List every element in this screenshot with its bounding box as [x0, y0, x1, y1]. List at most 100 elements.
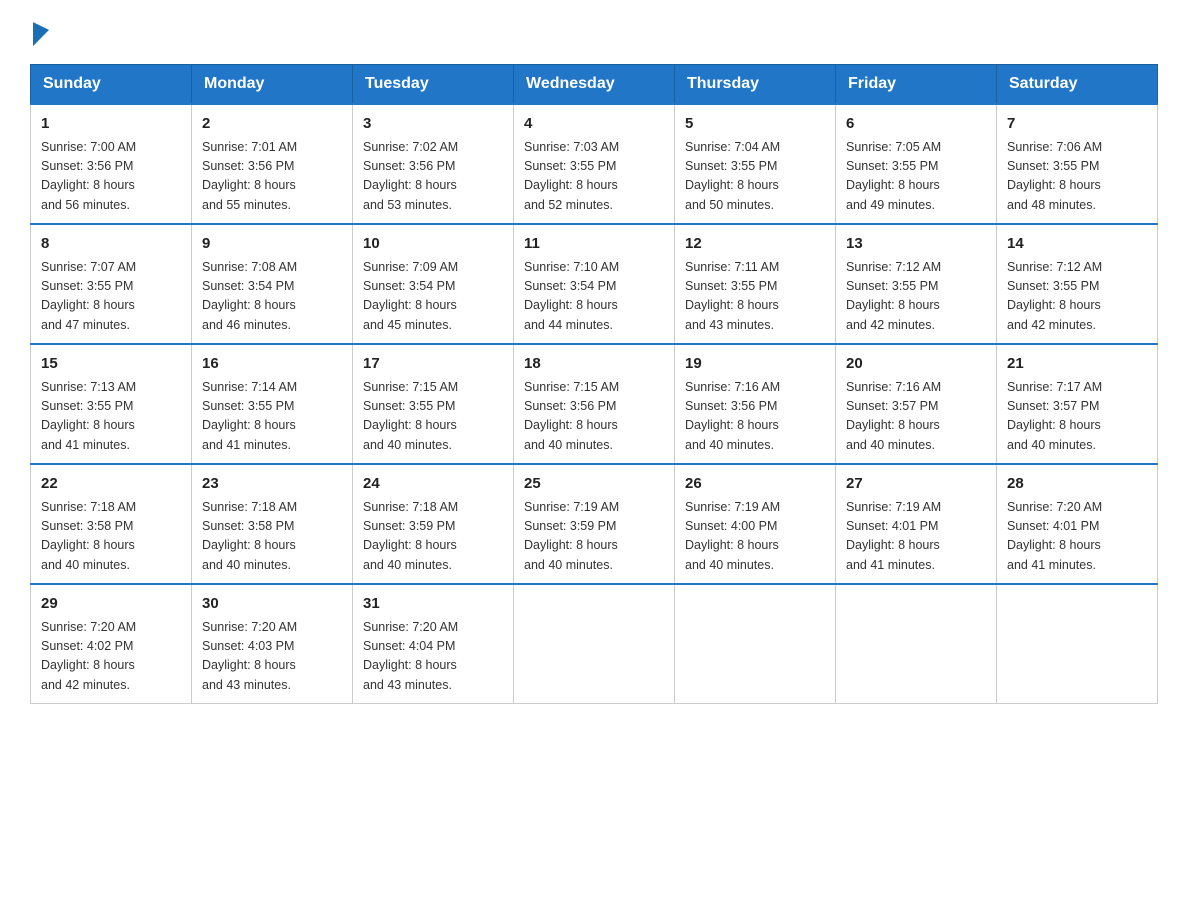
- calendar-header-thursday: Thursday: [675, 65, 836, 105]
- day-info: Sunrise: 7:20 AMSunset: 4:04 PMDaylight:…: [363, 618, 503, 696]
- day-number: 9: [202, 233, 342, 256]
- calendar-cell: 5Sunrise: 7:04 AMSunset: 3:55 PMDaylight…: [675, 104, 836, 224]
- day-info: Sunrise: 7:04 AMSunset: 3:55 PMDaylight:…: [685, 138, 825, 216]
- logo-arrow-icon: [33, 18, 49, 46]
- page-header: [30, 20, 1158, 44]
- day-info: Sunrise: 7:05 AMSunset: 3:55 PMDaylight:…: [846, 138, 986, 216]
- day-number: 22: [41, 473, 181, 496]
- calendar-cell: 31Sunrise: 7:20 AMSunset: 4:04 PMDayligh…: [353, 584, 514, 704]
- calendar-cell: 12Sunrise: 7:11 AMSunset: 3:55 PMDayligh…: [675, 224, 836, 344]
- day-number: 13: [846, 233, 986, 256]
- day-info: Sunrise: 7:20 AMSunset: 4:03 PMDaylight:…: [202, 618, 342, 696]
- day-number: 4: [524, 113, 664, 136]
- day-info: Sunrise: 7:18 AMSunset: 3:58 PMDaylight:…: [202, 498, 342, 576]
- calendar-cell: 13Sunrise: 7:12 AMSunset: 3:55 PMDayligh…: [836, 224, 997, 344]
- calendar-header-tuesday: Tuesday: [353, 65, 514, 105]
- logo: [30, 20, 49, 44]
- day-number: 17: [363, 353, 503, 376]
- day-info: Sunrise: 7:13 AMSunset: 3:55 PMDaylight:…: [41, 378, 181, 456]
- day-number: 25: [524, 473, 664, 496]
- day-info: Sunrise: 7:18 AMSunset: 3:59 PMDaylight:…: [363, 498, 503, 576]
- day-number: 31: [363, 593, 503, 616]
- day-number: 10: [363, 233, 503, 256]
- day-info: Sunrise: 7:12 AMSunset: 3:55 PMDaylight:…: [846, 258, 986, 336]
- day-info: Sunrise: 7:19 AMSunset: 3:59 PMDaylight:…: [524, 498, 664, 576]
- calendar-cell: [675, 584, 836, 704]
- week-row-3: 15Sunrise: 7:13 AMSunset: 3:55 PMDayligh…: [31, 344, 1158, 464]
- calendar-cell: 26Sunrise: 7:19 AMSunset: 4:00 PMDayligh…: [675, 464, 836, 584]
- calendar-cell: 30Sunrise: 7:20 AMSunset: 4:03 PMDayligh…: [192, 584, 353, 704]
- day-info: Sunrise: 7:00 AMSunset: 3:56 PMDaylight:…: [41, 138, 181, 216]
- calendar-cell: 25Sunrise: 7:19 AMSunset: 3:59 PMDayligh…: [514, 464, 675, 584]
- calendar-cell: [997, 584, 1158, 704]
- calendar-cell: 1Sunrise: 7:00 AMSunset: 3:56 PMDaylight…: [31, 104, 192, 224]
- calendar-cell: 20Sunrise: 7:16 AMSunset: 3:57 PMDayligh…: [836, 344, 997, 464]
- calendar-cell: [836, 584, 997, 704]
- day-info: Sunrise: 7:08 AMSunset: 3:54 PMDaylight:…: [202, 258, 342, 336]
- calendar-cell: 27Sunrise: 7:19 AMSunset: 4:01 PMDayligh…: [836, 464, 997, 584]
- calendar-cell: 19Sunrise: 7:16 AMSunset: 3:56 PMDayligh…: [675, 344, 836, 464]
- day-number: 11: [524, 233, 664, 256]
- calendar-header-row: SundayMondayTuesdayWednesdayThursdayFrid…: [31, 65, 1158, 105]
- day-info: Sunrise: 7:14 AMSunset: 3:55 PMDaylight:…: [202, 378, 342, 456]
- day-number: 26: [685, 473, 825, 496]
- day-info: Sunrise: 7:09 AMSunset: 3:54 PMDaylight:…: [363, 258, 503, 336]
- calendar-cell: 16Sunrise: 7:14 AMSunset: 3:55 PMDayligh…: [192, 344, 353, 464]
- day-number: 8: [41, 233, 181, 256]
- day-number: 28: [1007, 473, 1147, 496]
- calendar-cell: 8Sunrise: 7:07 AMSunset: 3:55 PMDaylight…: [31, 224, 192, 344]
- day-number: 15: [41, 353, 181, 376]
- day-info: Sunrise: 7:17 AMSunset: 3:57 PMDaylight:…: [1007, 378, 1147, 456]
- day-number: 7: [1007, 113, 1147, 136]
- day-info: Sunrise: 7:06 AMSunset: 3:55 PMDaylight:…: [1007, 138, 1147, 216]
- day-number: 14: [1007, 233, 1147, 256]
- calendar-cell: 14Sunrise: 7:12 AMSunset: 3:55 PMDayligh…: [997, 224, 1158, 344]
- week-row-5: 29Sunrise: 7:20 AMSunset: 4:02 PMDayligh…: [31, 584, 1158, 704]
- day-info: Sunrise: 7:19 AMSunset: 4:00 PMDaylight:…: [685, 498, 825, 576]
- day-info: Sunrise: 7:18 AMSunset: 3:58 PMDaylight:…: [41, 498, 181, 576]
- calendar-header-monday: Monday: [192, 65, 353, 105]
- calendar-cell: 2Sunrise: 7:01 AMSunset: 3:56 PMDaylight…: [192, 104, 353, 224]
- day-info: Sunrise: 7:15 AMSunset: 3:55 PMDaylight:…: [363, 378, 503, 456]
- day-number: 2: [202, 113, 342, 136]
- day-number: 20: [846, 353, 986, 376]
- day-number: 5: [685, 113, 825, 136]
- day-info: Sunrise: 7:12 AMSunset: 3:55 PMDaylight:…: [1007, 258, 1147, 336]
- day-number: 3: [363, 113, 503, 136]
- calendar-cell: 15Sunrise: 7:13 AMSunset: 3:55 PMDayligh…: [31, 344, 192, 464]
- calendar-header-wednesday: Wednesday: [514, 65, 675, 105]
- calendar-cell: 29Sunrise: 7:20 AMSunset: 4:02 PMDayligh…: [31, 584, 192, 704]
- calendar-cell: [514, 584, 675, 704]
- day-number: 29: [41, 593, 181, 616]
- day-number: 12: [685, 233, 825, 256]
- day-number: 6: [846, 113, 986, 136]
- calendar-cell: 18Sunrise: 7:15 AMSunset: 3:56 PMDayligh…: [514, 344, 675, 464]
- day-info: Sunrise: 7:02 AMSunset: 3:56 PMDaylight:…: [363, 138, 503, 216]
- calendar-cell: 28Sunrise: 7:20 AMSunset: 4:01 PMDayligh…: [997, 464, 1158, 584]
- calendar-cell: 24Sunrise: 7:18 AMSunset: 3:59 PMDayligh…: [353, 464, 514, 584]
- week-row-1: 1Sunrise: 7:00 AMSunset: 3:56 PMDaylight…: [31, 104, 1158, 224]
- day-info: Sunrise: 7:16 AMSunset: 3:57 PMDaylight:…: [846, 378, 986, 456]
- day-number: 1: [41, 113, 181, 136]
- week-row-4: 22Sunrise: 7:18 AMSunset: 3:58 PMDayligh…: [31, 464, 1158, 584]
- day-info: Sunrise: 7:01 AMSunset: 3:56 PMDaylight:…: [202, 138, 342, 216]
- calendar-cell: 3Sunrise: 7:02 AMSunset: 3:56 PMDaylight…: [353, 104, 514, 224]
- calendar-cell: 4Sunrise: 7:03 AMSunset: 3:55 PMDaylight…: [514, 104, 675, 224]
- day-number: 24: [363, 473, 503, 496]
- calendar-header-saturday: Saturday: [997, 65, 1158, 105]
- day-info: Sunrise: 7:03 AMSunset: 3:55 PMDaylight:…: [524, 138, 664, 216]
- day-info: Sunrise: 7:11 AMSunset: 3:55 PMDaylight:…: [685, 258, 825, 336]
- day-info: Sunrise: 7:19 AMSunset: 4:01 PMDaylight:…: [846, 498, 986, 576]
- day-info: Sunrise: 7:16 AMSunset: 3:56 PMDaylight:…: [685, 378, 825, 456]
- calendar-cell: 23Sunrise: 7:18 AMSunset: 3:58 PMDayligh…: [192, 464, 353, 584]
- day-number: 18: [524, 353, 664, 376]
- day-number: 23: [202, 473, 342, 496]
- calendar-cell: 21Sunrise: 7:17 AMSunset: 3:57 PMDayligh…: [997, 344, 1158, 464]
- calendar-cell: 10Sunrise: 7:09 AMSunset: 3:54 PMDayligh…: [353, 224, 514, 344]
- day-number: 30: [202, 593, 342, 616]
- calendar-header-friday: Friday: [836, 65, 997, 105]
- day-info: Sunrise: 7:10 AMSunset: 3:54 PMDaylight:…: [524, 258, 664, 336]
- calendar-cell: 22Sunrise: 7:18 AMSunset: 3:58 PMDayligh…: [31, 464, 192, 584]
- week-row-2: 8Sunrise: 7:07 AMSunset: 3:55 PMDaylight…: [31, 224, 1158, 344]
- day-number: 27: [846, 473, 986, 496]
